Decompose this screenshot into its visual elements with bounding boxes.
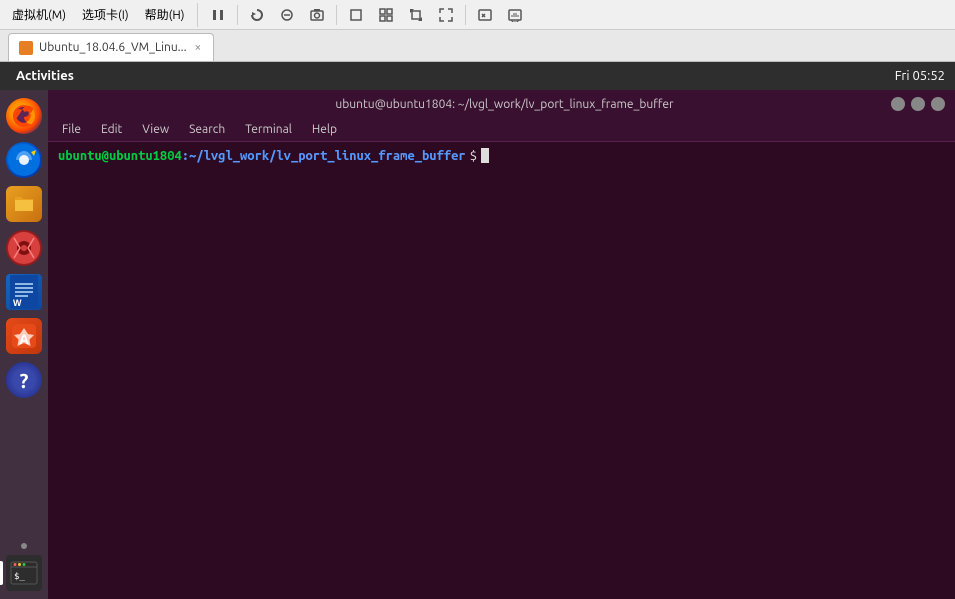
window-maximize-button[interactable] bbox=[911, 97, 925, 111]
ubuntu-desktop: Activities Fri 05:52 bbox=[0, 62, 955, 599]
terminal-body[interactable]: ubuntu@ubuntu1804 :~/lvgl_work/lv_port_l… bbox=[48, 142, 955, 599]
sidebar-dot bbox=[21, 543, 27, 549]
vbox-menubar: 虚拟机(M) 选项卡(I) 帮助(H) bbox=[0, 0, 955, 30]
help-icon: ? bbox=[6, 362, 42, 398]
launcher-help[interactable]: ? bbox=[4, 360, 44, 400]
reset-button[interactable] bbox=[243, 3, 271, 27]
toolbar-separator-2 bbox=[336, 5, 337, 25]
scale-button[interactable] bbox=[402, 3, 430, 27]
console-button[interactable] bbox=[471, 3, 499, 27]
fullscreen-button[interactable] bbox=[342, 3, 370, 27]
launcher-writer[interactable]: W bbox=[4, 272, 44, 312]
terminal-icon: $_ bbox=[6, 555, 42, 591]
prompt-path: :~/lvgl_work/lv_port_linux_frame_buffer bbox=[182, 149, 466, 163]
ubuntu-main: W A ? bbox=[0, 90, 955, 599]
terminal-menubar: File Edit View Search Terminal Help bbox=[48, 118, 955, 142]
launcher-rhythmbox[interactable] bbox=[4, 228, 44, 268]
prompt-dollar: $ bbox=[470, 149, 477, 163]
autosize-button[interactable] bbox=[432, 3, 460, 27]
files-icon bbox=[6, 186, 42, 222]
terminal-menu-file[interactable]: File bbox=[54, 121, 89, 138]
window-close-button[interactable] bbox=[931, 97, 945, 111]
launcher-terminal[interactable]: $_ bbox=[4, 553, 44, 593]
sidebar-bottom: $_ bbox=[4, 541, 44, 593]
prompt-user-host: ubuntu@ubuntu1804 bbox=[58, 149, 182, 163]
launcher-firefox[interactable] bbox=[4, 96, 44, 136]
vm-tab-close[interactable]: × bbox=[193, 40, 204, 55]
gnome-topbar: Activities Fri 05:52 bbox=[0, 62, 955, 90]
vm-tab[interactable]: Ubuntu_18.04.6_VM_Linu... × bbox=[8, 33, 214, 61]
firefox-icon bbox=[6, 98, 42, 134]
window-controls bbox=[891, 97, 945, 111]
snapshot-button[interactable] bbox=[303, 3, 331, 27]
terminal-menu-view[interactable]: View bbox=[134, 121, 177, 138]
window-minimize-button[interactable] bbox=[891, 97, 905, 111]
launcher-appcenter[interactable]: A bbox=[4, 316, 44, 356]
writer-icon: W bbox=[6, 274, 42, 310]
launcher-thunderbird[interactable] bbox=[4, 140, 44, 180]
terminal-prompt-line: ubuntu@ubuntu1804 :~/lvgl_work/lv_port_l… bbox=[58, 148, 945, 163]
vbox-tabbar: Ubuntu_18.04.6_VM_Linu... × bbox=[0, 30, 955, 62]
terminal-menu-search[interactable]: Search bbox=[181, 121, 233, 138]
gnome-clock: Fri 05:52 bbox=[895, 69, 945, 83]
screen-button[interactable] bbox=[501, 3, 529, 27]
vm-tab-label: Ubuntu_18.04.6_VM_Linu... bbox=[39, 41, 187, 54]
discard-button[interactable] bbox=[273, 3, 301, 27]
terminal-menu-edit[interactable]: Edit bbox=[93, 121, 130, 138]
launcher-files[interactable] bbox=[4, 184, 44, 224]
gnome-activities-button[interactable]: Activities bbox=[10, 69, 80, 83]
thunderbird-icon bbox=[6, 142, 42, 178]
vbox-toolbar bbox=[197, 3, 529, 27]
terminal-cursor bbox=[481, 148, 489, 163]
vbox-menu-tabs[interactable]: 选项卡(I) bbox=[74, 2, 137, 27]
vbox-menu-vm[interactable]: 虚拟机(M) bbox=[4, 2, 74, 27]
terminal-title: ubuntu@ubuntu1804: ~/lvgl_work/lv_port_l… bbox=[118, 98, 891, 111]
terminal-window: ubuntu@ubuntu1804: ~/lvgl_work/lv_port_l… bbox=[48, 90, 955, 599]
svg-text:$_: $_ bbox=[14, 572, 25, 582]
vbox-menu-help[interactable]: 帮助(H) bbox=[137, 2, 193, 27]
unity-sidebar: W A ? bbox=[0, 90, 48, 599]
svg-text:A: A bbox=[19, 331, 29, 347]
vm-tab-icon bbox=[19, 41, 33, 55]
svg-text:W: W bbox=[13, 298, 22, 308]
seamless-button[interactable] bbox=[372, 3, 400, 27]
toolbar-separator-1 bbox=[237, 5, 238, 25]
toolbar-separator-3 bbox=[465, 5, 466, 25]
terminal-menu-terminal[interactable]: Terminal bbox=[237, 121, 300, 138]
terminal-titlebar: ubuntu@ubuntu1804: ~/lvgl_work/lv_port_l… bbox=[48, 90, 955, 118]
rhythmbox-icon bbox=[6, 230, 42, 266]
terminal-menu-help[interactable]: Help bbox=[304, 121, 345, 138]
appcenter-icon: A bbox=[6, 318, 42, 354]
pause-button[interactable] bbox=[204, 3, 232, 27]
